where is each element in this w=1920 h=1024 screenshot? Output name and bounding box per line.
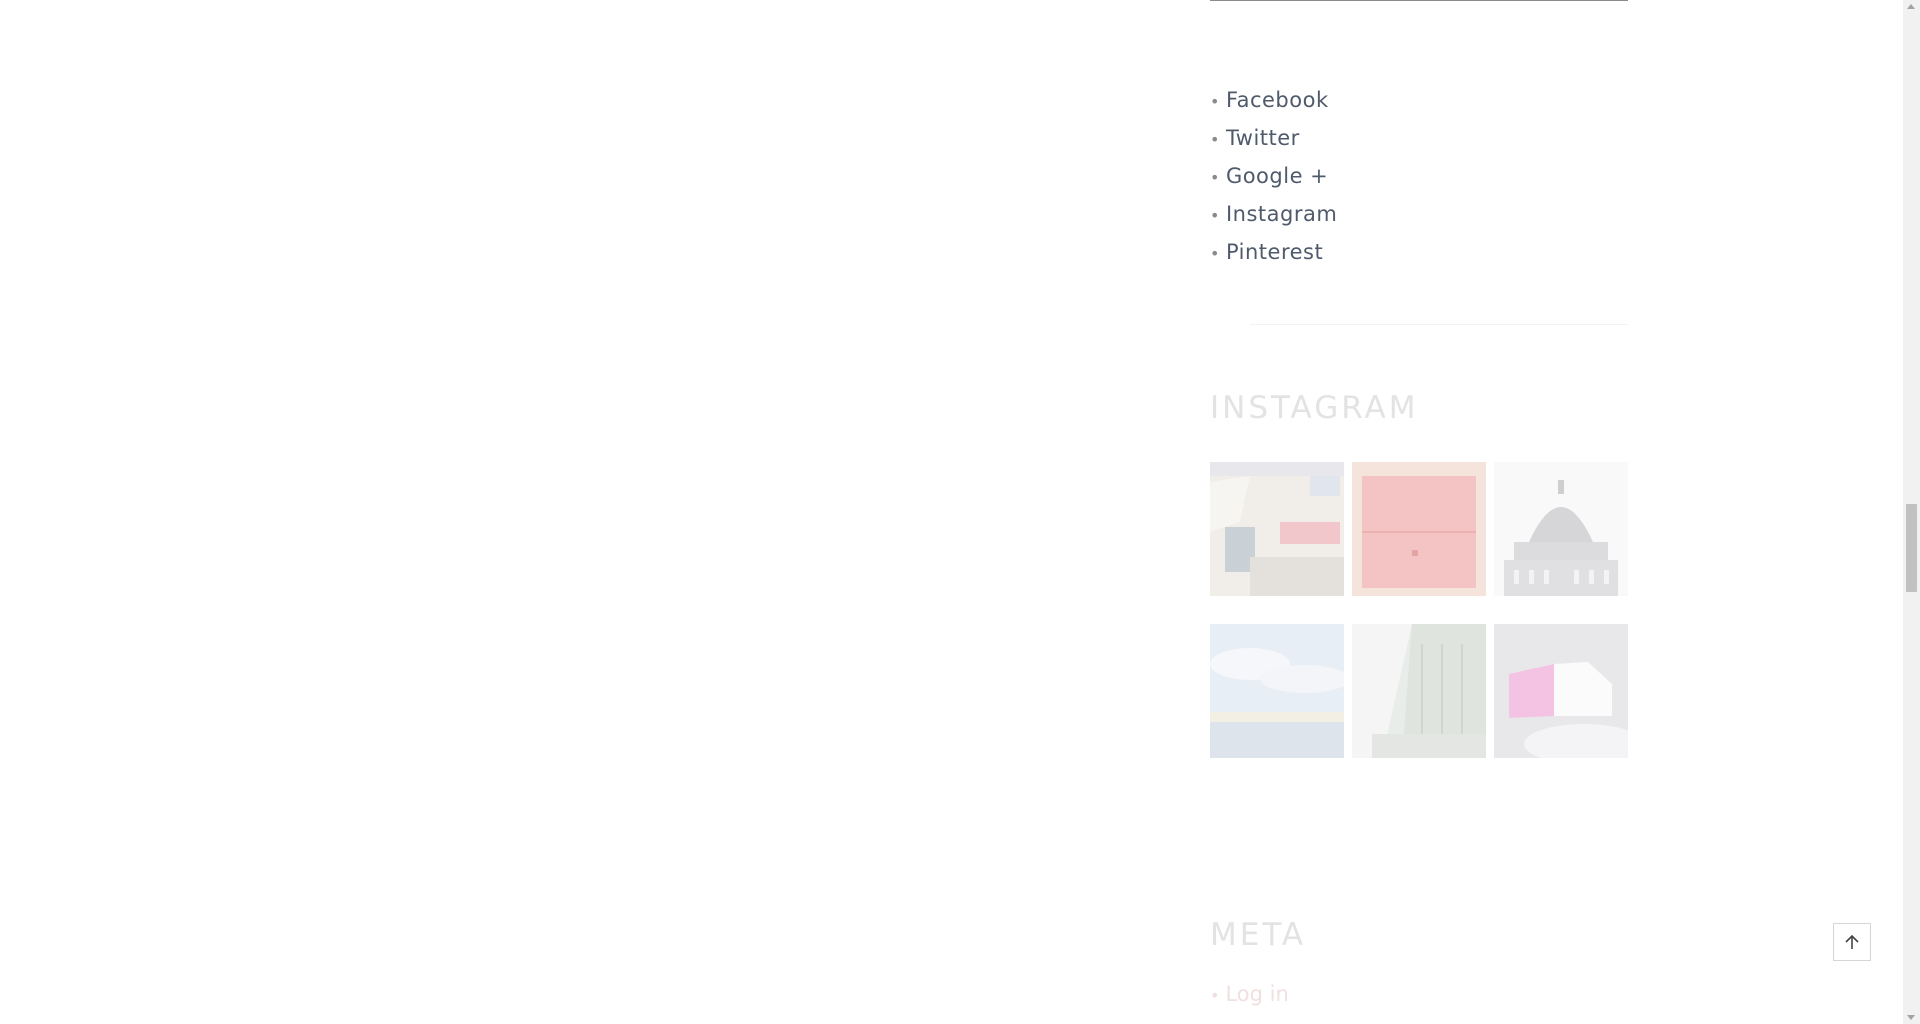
instagram-photo-dome-building[interactable]	[1494, 462, 1628, 596]
arrow-up-icon	[1845, 934, 1859, 949]
instagram-photo-street-building[interactable]	[1352, 624, 1486, 758]
meta-link-label: Log in	[1225, 982, 1289, 1006]
instagram-grid	[1210, 462, 1628, 758]
vertical-scrollbar[interactable]	[1903, 0, 1920, 1024]
section-divider	[1250, 324, 1628, 325]
social-link-twitter[interactable]: • Twitter	[1210, 120, 1337, 158]
bullet: •	[1210, 206, 1220, 225]
instagram-photo-living-room[interactable]	[1210, 462, 1344, 596]
bullet: •	[1210, 244, 1220, 263]
social-link-instagram[interactable]: • Instagram	[1210, 196, 1337, 234]
bullet: •	[1210, 168, 1220, 187]
bullet: •	[1210, 130, 1220, 149]
social-link-label: Pinterest	[1225, 240, 1324, 264]
social-link-label: Instagram	[1225, 202, 1338, 226]
instagram-photo-pink-box[interactable]	[1494, 624, 1628, 758]
widget-top-divider	[1210, 0, 1628, 1]
social-link-label: Google +	[1225, 164, 1329, 188]
back-to-top-button[interactable]	[1833, 923, 1871, 961]
instagram-photo-red-wall[interactable]	[1352, 462, 1486, 596]
bullet: •	[1210, 986, 1220, 1005]
social-link-label: Facebook	[1225, 88, 1329, 112]
scroll-down-icon[interactable]	[1907, 1015, 1915, 1020]
meta-links-list: • Log in	[1210, 982, 1289, 1006]
scroll-up-icon[interactable]	[1907, 4, 1915, 9]
social-link-pinterest[interactable]: • Pinterest	[1210, 234, 1337, 272]
meta-link-log-in[interactable]: • Log in	[1210, 982, 1289, 1006]
meta-heading: META	[1210, 917, 1307, 953]
scrollbar-thumb[interactable]	[1906, 504, 1917, 592]
social-link-facebook[interactable]: • Facebook	[1210, 82, 1337, 120]
instagram-photo-sky-sea[interactable]	[1210, 624, 1344, 758]
bullet: •	[1210, 92, 1220, 111]
instagram-heading: INSTAGRAM	[1210, 390, 1419, 426]
social-link-google-plus[interactable]: • Google +	[1210, 158, 1337, 196]
social-links-list: • Facebook • Twitter • Google + • Instagram …	[1210, 82, 1337, 272]
social-link-label: Twitter	[1225, 126, 1300, 150]
